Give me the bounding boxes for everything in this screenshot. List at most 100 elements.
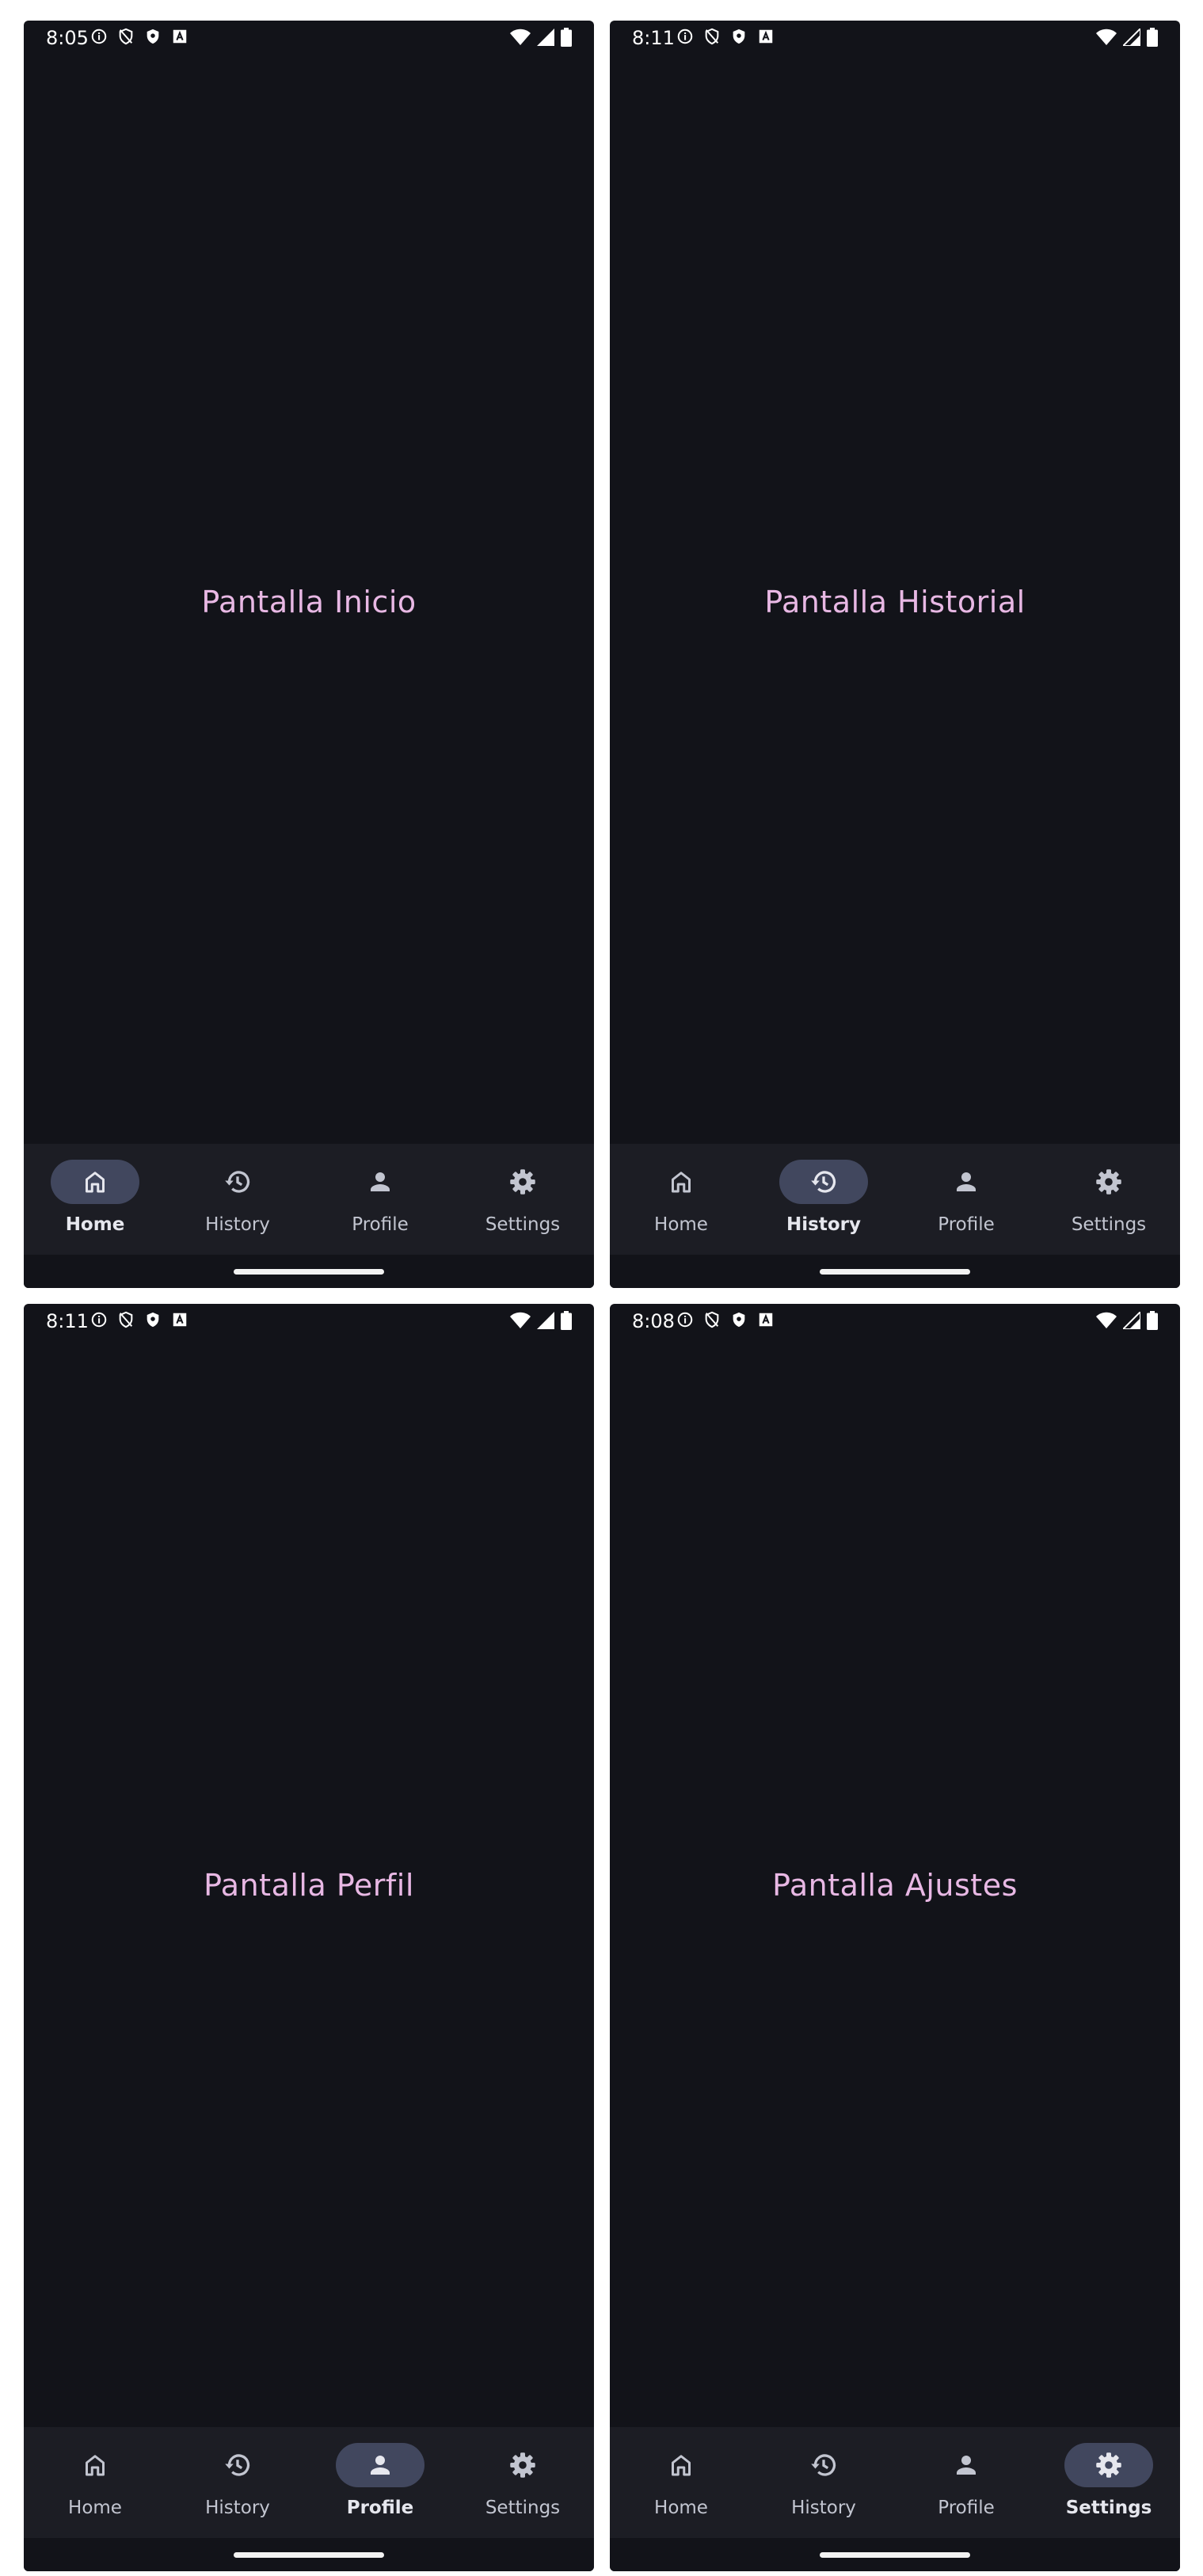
nav-item-home[interactable]: Home <box>24 2427 166 2538</box>
nav-item-settings[interactable]: Settings <box>451 1144 594 1255</box>
font-a-icon <box>759 1313 773 1327</box>
nav-label-history: History <box>791 2498 856 2518</box>
gesture-handle[interactable] <box>234 2552 384 2558</box>
nav-label-history: History <box>786 1214 861 1235</box>
status-icons-right <box>1096 1311 1158 1330</box>
phone-screen-profile: 8:11 Pantalla Perfil Home History Profil… <box>24 1304 594 2571</box>
nav-item-settings[interactable]: Settings <box>451 2427 594 2538</box>
font-a-icon <box>173 1313 187 1327</box>
nav-label-home: Home <box>65 1214 125 1235</box>
screen-title: Pantalla Perfil <box>204 1868 414 1903</box>
cell-signal-icon <box>1123 1312 1140 1329</box>
shield-icon <box>147 29 159 44</box>
battery-icon <box>561 28 572 47</box>
info-icon <box>677 29 693 44</box>
shield-icon <box>147 1312 159 1328</box>
wifi-icon <box>1096 1312 1117 1328</box>
nav-item-history[interactable]: History <box>752 2427 895 2538</box>
info-icon <box>677 1312 693 1328</box>
shield-slash-icon <box>705 28 719 45</box>
screen-title: Pantalla Ajustes <box>772 1868 1018 1903</box>
shield-icon <box>733 1312 745 1328</box>
status-icons-left <box>90 1311 188 1328</box>
status-icons-right <box>510 1311 572 1330</box>
nav-item-profile[interactable]: Profile <box>895 1144 1037 1255</box>
nav-item-history[interactable]: History <box>166 1144 309 1255</box>
cell-signal-icon <box>537 1312 554 1329</box>
gear-icon <box>1096 2452 1121 2478</box>
screen-title: Pantalla Historial <box>764 585 1026 619</box>
history-icon <box>225 1171 250 1193</box>
person-icon <box>957 1172 976 1191</box>
battery-icon <box>1147 28 1158 47</box>
status-time: 8:05 <box>46 27 89 49</box>
battery-icon <box>561 1311 572 1330</box>
nav-item-history[interactable]: History <box>752 1144 895 1255</box>
status-icons-right <box>1096 28 1158 47</box>
wifi-icon <box>1096 29 1117 45</box>
status-bar: 8:11 <box>24 1304 594 1336</box>
shield-icon <box>733 29 745 44</box>
nav-label-home: Home <box>654 1214 708 1235</box>
nav-item-settings[interactable]: Settings <box>1037 2427 1180 2538</box>
gesture-navigation-area <box>24 1255 594 1288</box>
person-icon <box>957 2456 976 2475</box>
nav-item-settings[interactable]: Settings <box>1037 1144 1180 1255</box>
status-time: 8:11 <box>46 1310 89 1332</box>
nav-label-settings: Settings <box>1071 1214 1147 1235</box>
nav-label-history: History <box>205 2498 270 2518</box>
nav-item-profile[interactable]: Profile <box>895 2427 1037 2538</box>
nav-label-profile: Profile <box>938 1214 995 1235</box>
wifi-icon <box>510 29 531 45</box>
nav-item-history[interactable]: History <box>166 2427 309 2538</box>
gear-icon <box>510 1169 535 1195</box>
wifi-icon <box>510 1312 531 1328</box>
nav-label-home: Home <box>654 2498 708 2518</box>
bottom-navigation-bar: Home History Profile Settings <box>24 1144 594 1255</box>
home-icon <box>672 1172 691 1193</box>
nav-item-home[interactable]: Home <box>610 2427 752 2538</box>
status-bar: 8:05 <box>24 21 594 52</box>
gear-icon <box>1096 1169 1121 1195</box>
shield-slash-icon <box>119 1311 133 1328</box>
nav-label-settings: Settings <box>485 1214 561 1235</box>
nav-label-history: History <box>205 1214 270 1235</box>
status-icons-left <box>90 28 188 45</box>
shield-slash-icon <box>119 28 133 45</box>
bottom-navigation-bar: Home History Profile Settings <box>610 1144 1180 1255</box>
person-icon <box>371 2456 390 2475</box>
screen-title: Pantalla Inicio <box>201 585 417 619</box>
info-icon <box>91 1312 107 1328</box>
history-icon <box>811 1171 836 1193</box>
status-bar: 8:08 <box>610 1304 1180 1336</box>
gesture-handle[interactable] <box>820 2552 970 2558</box>
gesture-handle[interactable] <box>234 1269 384 1275</box>
status-icons-right <box>510 28 572 47</box>
shield-slash-icon <box>705 1311 719 1328</box>
bottom-navigation-bar: Home History Profile Settings <box>610 2427 1180 2538</box>
gear-icon <box>510 2452 535 2478</box>
status-time: 8:11 <box>632 27 675 49</box>
nav-item-home[interactable]: Home <box>610 1144 752 1255</box>
status-icons-left <box>676 1311 775 1328</box>
font-a-icon <box>759 29 773 44</box>
gesture-navigation-area <box>610 2538 1180 2571</box>
info-icon <box>91 29 107 44</box>
nav-item-profile[interactable]: Profile <box>309 2427 451 2538</box>
nav-label-profile: Profile <box>352 1214 409 1235</box>
nav-item-profile[interactable]: Profile <box>309 1144 451 1255</box>
bottom-navigation-bar: Home History Profile Settings <box>24 2427 594 2538</box>
status-icons-left <box>676 28 775 45</box>
phone-screen-settings: 8:08 Pantalla Ajustes Home History Profi… <box>610 1304 1180 2571</box>
font-a-icon <box>173 29 187 44</box>
home-icon <box>86 2455 105 2476</box>
gesture-navigation-area <box>24 2538 594 2571</box>
nav-item-home[interactable]: Home <box>24 1144 166 1255</box>
person-icon <box>371 1172 390 1191</box>
nav-label-settings: Settings <box>1065 2498 1152 2518</box>
history-icon <box>225 2454 250 2476</box>
home-icon <box>672 2455 691 2476</box>
gesture-navigation-area <box>610 1255 1180 1288</box>
phone-screen-history: 8:11 Pantalla Historial Home History Pro… <box>610 21 1180 1288</box>
gesture-handle[interactable] <box>820 1269 970 1275</box>
